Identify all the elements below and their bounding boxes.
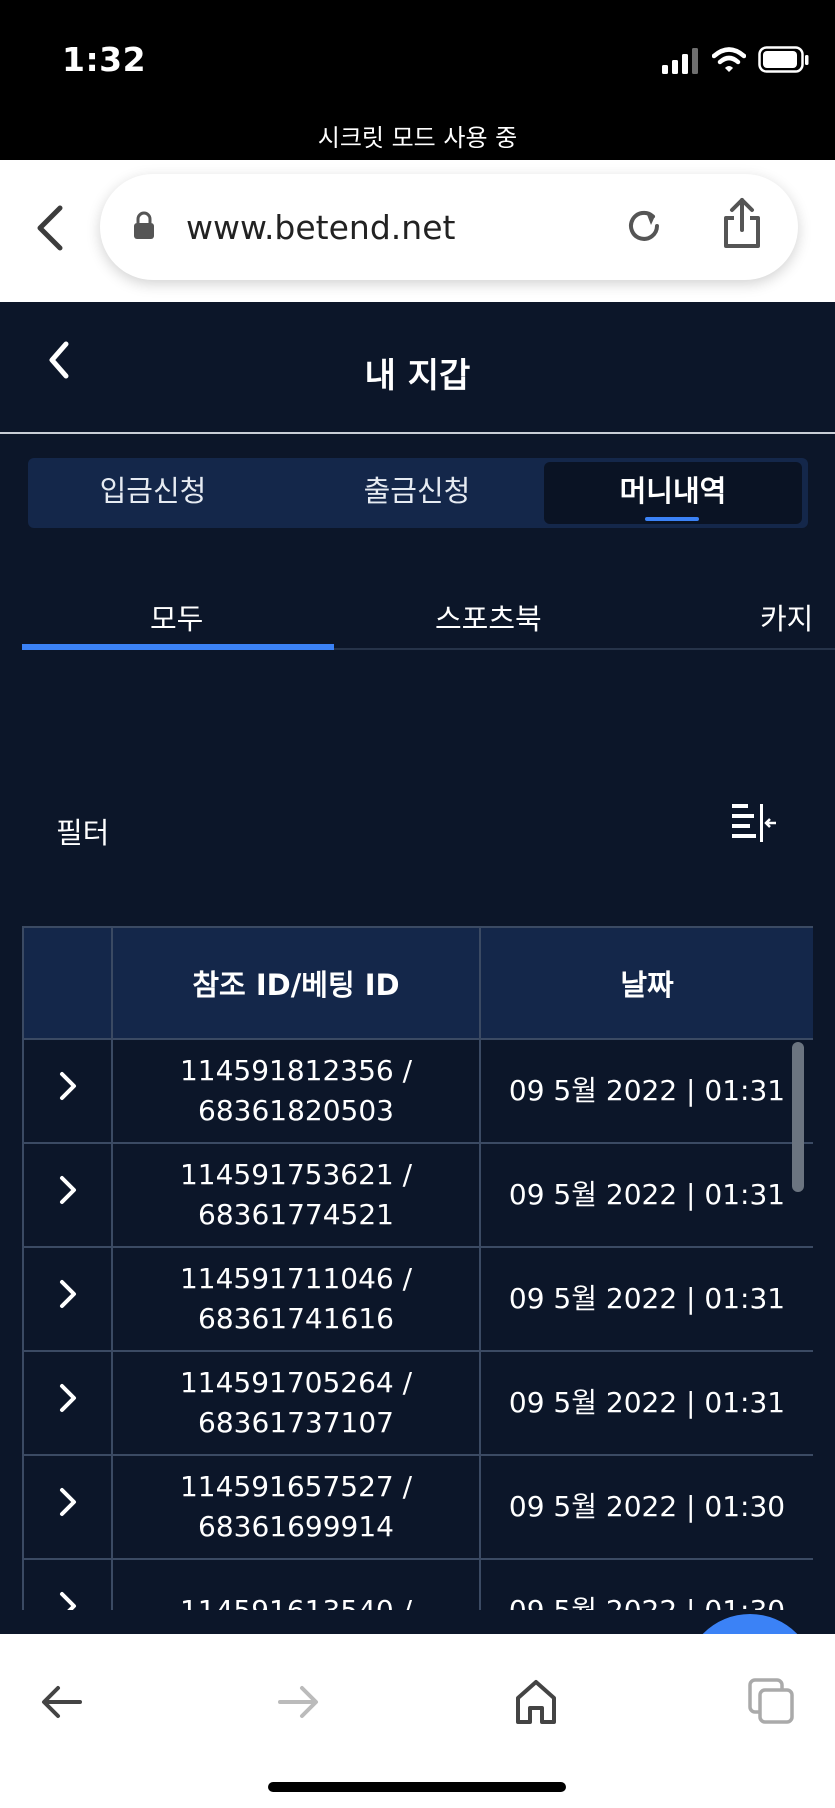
battery-icon: [758, 46, 809, 73]
category-tab-indicator: [22, 644, 334, 650]
transactions-table: 참조 ID/베팅 ID 날짜 114591812356 / 68361820503…: [22, 926, 813, 1610]
reference-id-cell: 114591705264 / 68361737107: [111, 1350, 481, 1456]
bet-id: 68361737107: [198, 1406, 394, 1439]
tab-deposit[interactable]: 입금신청: [28, 458, 278, 528]
chat-button[interactable]: [684, 1614, 816, 1634]
column-header-expand: [22, 926, 113, 1040]
wallet-page: 내 지갑 입금신청 출금신청 머니내역 모두 스포츠북 카지 필터 참조 ID/…: [0, 302, 835, 1634]
home-indicator: [268, 1782, 566, 1792]
home-icon[interactable]: [514, 1678, 558, 1726]
reference-id-cell: 114591753621 / 68361774521: [111, 1142, 481, 1248]
date-cell: 09 5월 2022 | 01:30: [479, 1454, 813, 1560]
browser-toolbar: www.betend.net: [0, 160, 835, 302]
ref-id: 114591753621 /: [179, 1158, 413, 1191]
reference-id-cell: 114591657527 / 68361699914: [111, 1454, 481, 1560]
chevron-right-icon[interactable]: [56, 1174, 80, 1206]
date-cell: 09 5월 2022 | 01:31: [479, 1350, 813, 1456]
tab-all[interactable]: 모두: [150, 596, 203, 638]
bet-id: 68361774521: [198, 1198, 394, 1231]
forward-arrow-icon: [278, 1686, 318, 1718]
table-row[interactable]: 114591657527 / 68361699914 09 5월 2022 | 0…: [22, 1454, 813, 1560]
ref-id: 114591711046 /: [179, 1262, 413, 1295]
date-cell: 09 5월 2022 | 01:31: [479, 1246, 813, 1352]
date-cell: 09 5월 2022 | 01:31: [479, 1038, 813, 1144]
column-header-reference-id: 참조 ID/베팅 ID: [111, 926, 481, 1040]
wallet-tabs: 입금신청 출금신청 머니내역: [28, 458, 808, 528]
reload-icon[interactable]: [622, 204, 666, 248]
back-arrow-icon[interactable]: [40, 1682, 84, 1722]
page-title: 내 지갑: [364, 356, 471, 396]
reference-id-cell: 114591613540 /: [111, 1558, 481, 1610]
tab-withdraw[interactable]: 출금신청: [292, 458, 542, 528]
filter-label: 필터: [56, 816, 110, 850]
tabs-icon[interactable]: [746, 1676, 796, 1726]
ref-id: 114591613540 /: [113, 1591, 479, 1610]
date-cell: 09 5월 2022 | 01:31: [479, 1142, 813, 1248]
active-tab-indicator: [645, 517, 699, 521]
ref-id: 114591812356 /: [179, 1054, 413, 1087]
date-cell: 09 5월 2022 | 01:30: [479, 1558, 813, 1610]
url-text[interactable]: www.betend.net: [186, 208, 455, 247]
chevron-right-icon[interactable]: [56, 1070, 80, 1102]
chevron-right-icon[interactable]: [56, 1486, 80, 1518]
tab-sportsbook[interactable]: 스포츠북: [435, 596, 542, 638]
private-mode-label: 시크릿 모드 사용 중: [317, 124, 518, 152]
table-row[interactable]: 114591812356 / 68361820503 09 5월 2022 | 0…: [22, 1038, 813, 1144]
browser-bottom-toolbar: [0, 1634, 835, 1808]
table-row[interactable]: 114591705264 / 68361737107 09 5월 2022 | 0…: [22, 1350, 813, 1456]
lock-icon: [134, 211, 154, 239]
address-bar[interactable]: www.betend.net: [100, 174, 798, 280]
reference-id-cell: 114591812356 / 68361820503: [111, 1038, 481, 1144]
tab-casino[interactable]: 카지: [760, 596, 813, 638]
table-scrollbar[interactable]: [792, 1042, 804, 1192]
tab-money-history[interactable]: 머니내역: [544, 462, 802, 524]
table-row[interactable]: 114591613540 / 09 5월 2022 | 01:30: [22, 1558, 813, 1611]
bet-id: 68361820503: [198, 1094, 394, 1127]
ref-id: 114591657527 /: [179, 1470, 413, 1503]
wifi-icon: [712, 47, 746, 72]
bet-id: 68361699914: [198, 1510, 394, 1543]
bet-id: 68361741616: [198, 1302, 394, 1335]
category-tabs: 모두 스포츠북 카지: [22, 568, 835, 650]
reference-id-cell: 114591711046 / 68361741616: [111, 1246, 481, 1352]
ref-id: 114591705264 /: [179, 1366, 413, 1399]
chevron-right-icon[interactable]: [56, 1590, 80, 1611]
status-bar: 1:32 시크릿 모드 사용 중: [0, 0, 835, 160]
share-icon[interactable]: [720, 196, 764, 250]
column-header-date: 날짜: [479, 926, 813, 1040]
signal-icon: [662, 48, 698, 74]
table-header-row: 참조 ID/베팅 ID 날짜: [22, 926, 813, 1040]
status-time: 1:32: [62, 40, 147, 79]
browser-back-icon[interactable]: [34, 204, 66, 252]
table-row[interactable]: 114591711046 / 68361741616 09 5월 2022 | 0…: [22, 1246, 813, 1352]
table-row[interactable]: 114591753621 / 68361774521 09 5월 2022 | 0…: [22, 1142, 813, 1248]
chevron-right-icon[interactable]: [56, 1278, 80, 1310]
app-header: 내 지갑: [0, 302, 835, 434]
chevron-right-icon[interactable]: [56, 1382, 80, 1414]
filter-icon[interactable]: [724, 798, 780, 848]
